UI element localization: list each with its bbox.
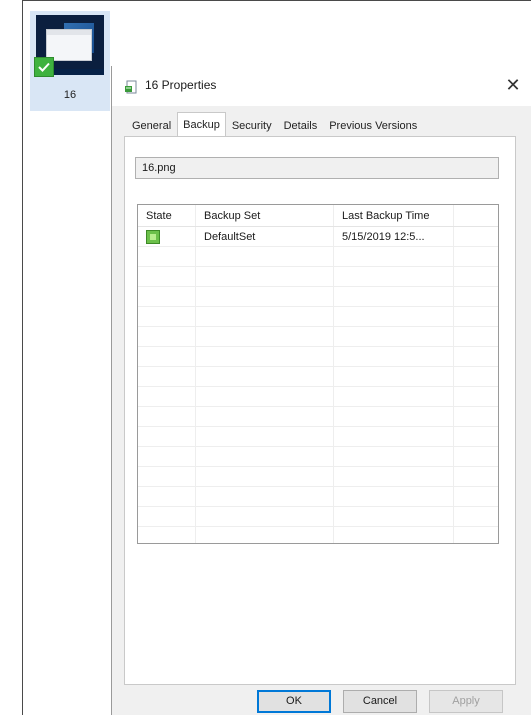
backup-ok-icon: [146, 230, 160, 244]
empty-row: [138, 267, 498, 287]
check-icon: [34, 57, 54, 77]
empty-row: [138, 327, 498, 347]
cancel-button[interactable]: Cancel: [343, 690, 417, 713]
empty-row: [138, 387, 498, 407]
apply-button[interactable]: Apply: [429, 690, 503, 713]
empty-row: [138, 367, 498, 387]
empty-row: [138, 247, 498, 267]
empty-row: [138, 487, 498, 507]
file-icon: [125, 80, 137, 94]
tab-details[interactable]: Details: [278, 114, 324, 136]
empty-row: [138, 507, 498, 527]
state-cell: [138, 227, 196, 246]
close-icon: ✕: [505, 74, 521, 95]
empty-row: [138, 347, 498, 367]
empty-row: [138, 287, 498, 307]
tab-general[interactable]: General: [126, 114, 177, 136]
tab-security[interactable]: Security: [226, 114, 278, 136]
tab-backup[interactable]: Backup: [177, 112, 226, 136]
row-filler: [454, 227, 498, 246]
backup-tab-panel: 16.png State Backup Set Last Backup Time…: [124, 136, 516, 685]
last-backup-time-cell: 5/15/2019 12:5...: [334, 227, 454, 246]
column-header-backup-set[interactable]: Backup Set: [196, 205, 334, 226]
backup-set-cell: DefaultSet: [196, 227, 334, 246]
empty-row: [138, 427, 498, 447]
dialog-title: 16 Properties: [145, 78, 217, 92]
list-item[interactable]: DefaultSet 5/15/2019 12:5...: [138, 227, 498, 247]
empty-row: [138, 447, 498, 467]
tab-strip: General Backup Security Details Previous…: [126, 112, 423, 136]
properties-dialog: 16 Properties ✕ General Backup Security …: [111, 66, 531, 715]
file-thumbnail[interactable]: 16: [30, 11, 110, 111]
tab-previous-versions[interactable]: Previous Versions: [323, 114, 423, 136]
backup-list[interactable]: State Backup Set Last Backup Time Defaul…: [137, 204, 499, 544]
empty-row: [138, 467, 498, 487]
column-header-state[interactable]: State: [138, 205, 196, 226]
thumbnail-label: 16: [63, 89, 77, 101]
filename-field: 16.png: [135, 157, 499, 179]
column-header-last-backup-time[interactable]: Last Backup Time: [334, 205, 454, 226]
empty-row: [138, 307, 498, 327]
title-bar: 16 Properties ✕: [112, 66, 531, 106]
column-header-filler: [454, 205, 498, 226]
list-header: State Backup Set Last Backup Time: [138, 205, 498, 227]
empty-row: [138, 527, 498, 543]
ok-button[interactable]: OK: [257, 690, 331, 713]
close-button[interactable]: ✕: [495, 70, 531, 100]
empty-row: [138, 407, 498, 427]
